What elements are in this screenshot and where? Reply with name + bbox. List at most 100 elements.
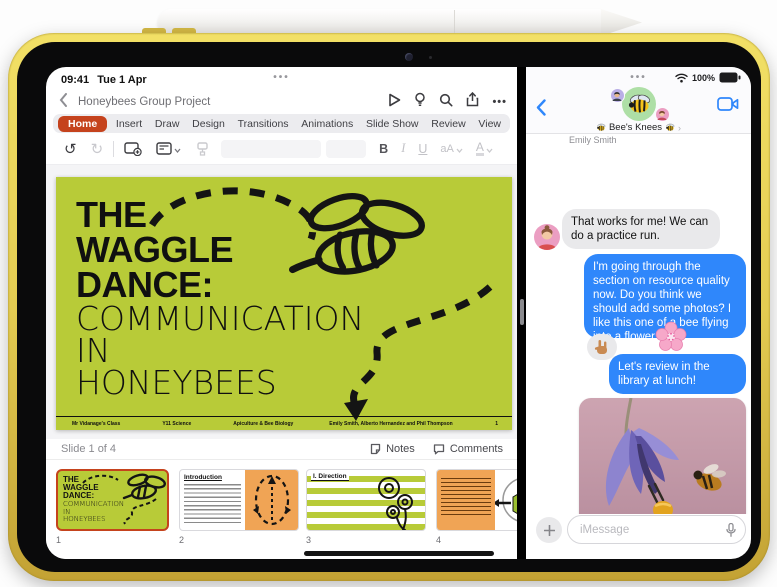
photo-message-bee-flower[interactable] (579, 398, 746, 514)
search-icon[interactable] (439, 93, 453, 112)
front-camera (405, 53, 413, 61)
footer-page-number: 1 (495, 420, 498, 427)
footer-subject: Apiculture & Bee Biology (233, 420, 294, 427)
plus-icon (543, 524, 555, 536)
tapback-love-you-gesture[interactable] (587, 334, 623, 368)
thumbnail-1-title: THE WAGGLE DANCE: (63, 475, 99, 500)
redo-icon[interactable]: ↻ (91, 140, 104, 158)
comments-button[interactable]: Comments (433, 443, 503, 455)
home-indicator[interactable] (304, 551, 494, 556)
thumbnail-3-title: I. Direction (311, 473, 349, 481)
ribbon-tab-bar: Home Insert Draw Design Transitions Anim… (53, 114, 510, 133)
window-controls-dots[interactable]: ••• (630, 72, 647, 83)
group-avatar-cluster[interactable] (609, 87, 670, 123)
status-time: 09:41 (61, 74, 90, 86)
apple-pencil (158, 9, 642, 36)
imessage-input[interactable] (580, 517, 720, 542)
ipad-photo: 09:41 Tue 1 Apr ••• Honeybees Group Proj… (0, 0, 777, 587)
wifi-icon (675, 73, 688, 82)
bee-doodle-illustration (289, 193, 425, 275)
back-icon[interactable] (536, 99, 546, 121)
imessage-field[interactable] (567, 515, 746, 544)
chevron-down-icon[interactable] (486, 140, 493, 158)
slide-subtitle: COMMUNICATION IN HONEYBEES (76, 299, 365, 402)
slide-1[interactable]: THE WAGGLE DANCE: COMMUNICATION IN HONEY… (56, 177, 512, 430)
battery-percent: 100% (691, 72, 715, 83)
tab-slideshow[interactable]: Slide Show (362, 116, 423, 132)
slide-footer: Mr Vidanage's Class Y11 Science Apicultu… (56, 416, 512, 430)
document-title[interactable]: Honeybees Group Project (78, 96, 210, 108)
thumbnail-2-title: Introduction (184, 474, 222, 481)
toolbar-divider (113, 140, 115, 157)
chevron-down-icon[interactable] (174, 140, 181, 158)
chat-transcript: Emily Smith That works for me! We can do… (526, 134, 751, 514)
italic-button[interactable]: I (401, 141, 405, 156)
thumbnail-slide-2[interactable]: Introduction (179, 469, 299, 531)
tab-view[interactable]: View (474, 116, 505, 132)
powerpoint-app: 09:41 Tue 1 Apr ••• Honeybees Group Proj… (46, 67, 549, 559)
thumbnail-2-body-lines (184, 484, 241, 524)
slide-indicator: Slide 1 of 4 (61, 443, 117, 455)
designer-lightbulb-icon[interactable] (414, 92, 426, 112)
group-title-row[interactable]: Bee's Knees › (526, 122, 751, 133)
thumbnail-3-number: 3 (306, 535, 312, 545)
more-options-icon[interactable]: ••• (492, 96, 507, 108)
slide-status-row: Slide 1 of 4 Notes Comments (46, 439, 517, 459)
dictation-mic-icon[interactable] (726, 522, 736, 542)
bee-avatar-icon (628, 94, 650, 113)
share-icon[interactable] (466, 91, 479, 112)
ppt-nav-bar: Honeybees Group Project ••• (46, 91, 517, 113)
chevron-down-icon[interactable] (456, 140, 463, 158)
apple-pencil-tip (601, 9, 642, 36)
waggle-loop-diagram (252, 474, 291, 526)
message-bubble-received[interactable]: That works for me! We can do a practice … (562, 209, 720, 249)
thumbnail-4-body-lines (441, 478, 491, 516)
font-color-button[interactable]: A (475, 141, 484, 156)
message-bubble-sent[interactable]: Let's review in the library at lunch! (609, 354, 746, 394)
split-drag-handle[interactable] (519, 299, 524, 325)
slide-canvas[interactable]: THE WAGGLE DANCE: COMMUNICATION IN HONEY… (46, 165, 517, 439)
split-view-divider (517, 67, 526, 559)
flower-doodles (378, 477, 413, 530)
ipad-bezel: 09:41 Tue 1 Apr ••• Honeybees Group Proj… (17, 42, 761, 572)
window-controls-dots[interactable]: ••• (273, 72, 290, 83)
message-composer (526, 514, 751, 552)
tab-design[interactable]: Design (188, 116, 229, 132)
ppt-toolbar: ↺ ↻ B I U aA A (46, 133, 517, 165)
thumbnail-slide-3[interactable]: I. Direction (306, 469, 426, 531)
thumbnail-slide-1[interactable]: THE WAGGLE DANCE: COMMUNICATION IN HONEY… (56, 469, 169, 531)
love-you-gesture-icon (594, 340, 607, 354)
tab-animations[interactable]: Animations (297, 116, 357, 132)
apple-pencil-seam (454, 10, 455, 35)
new-slide-icon[interactable] (124, 141, 142, 156)
bee-icon (666, 123, 675, 131)
thumbnail-2-text: Introduction (180, 470, 245, 530)
member-avatar-phil (654, 107, 670, 122)
slide-layout-icon[interactable] (156, 142, 172, 155)
font-size-field[interactable] (326, 139, 367, 158)
present-play-icon[interactable] (388, 93, 401, 112)
ipad-screen: 09:41 Tue 1 Apr ••• Honeybees Group Proj… (46, 67, 751, 559)
font-name-field[interactable] (221, 139, 322, 158)
text-size-button[interactable]: aA (440, 143, 453, 155)
apple-pencil-body (158, 9, 602, 36)
slide-title: THE WAGGLE DANCE: (76, 194, 234, 305)
add-attachment-button[interactable] (536, 517, 562, 543)
footer-class: Mr Vidanage's Class (72, 420, 121, 427)
status-bar-right: 100% (675, 72, 741, 83)
underline-button[interactable]: U (418, 142, 427, 156)
facetime-video-icon[interactable] (717, 97, 739, 116)
format-painter-icon[interactable] (196, 141, 209, 156)
avatar-emily[interactable] (534, 224, 560, 250)
notes-button[interactable]: Notes (370, 443, 415, 455)
tab-review[interactable]: Review (427, 116, 469, 132)
tab-transitions[interactable]: Transitions (234, 116, 293, 132)
tab-home[interactable]: Home (58, 115, 108, 132)
back-icon[interactable] (59, 92, 68, 112)
bold-button[interactable]: B (379, 142, 388, 156)
undo-icon[interactable]: ↺ (64, 140, 77, 158)
ipad-frame: 09:41 Tue 1 Apr ••• Honeybees Group Proj… (8, 33, 770, 581)
footer-course: Y11 Science (162, 420, 192, 427)
tab-insert[interactable]: Insert (112, 116, 146, 132)
tab-draw[interactable]: Draw (151, 116, 184, 132)
